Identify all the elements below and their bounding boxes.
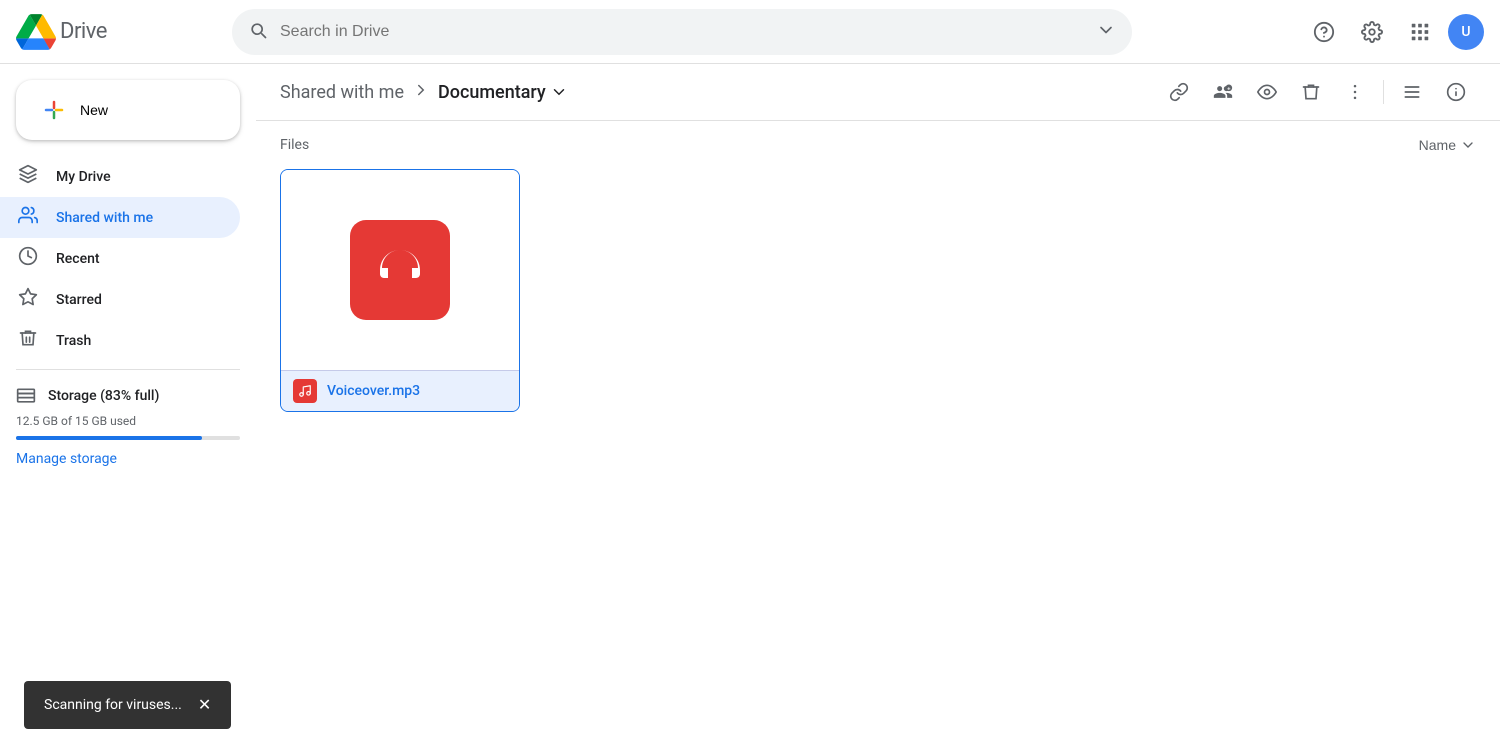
toolbar-right: + — [1159, 72, 1476, 112]
info-button[interactable] — [1436, 72, 1476, 112]
files-section-label: Files — [280, 137, 309, 153]
breadcrumb-current-label: Documentary — [438, 82, 546, 103]
files-grid: Voiceover.mp3 — [280, 169, 1476, 412]
settings-button[interactable] — [1352, 12, 1392, 52]
breadcrumb-current[interactable]: Documentary — [438, 82, 568, 103]
recent-icon — [16, 246, 40, 271]
list-view-button[interactable] — [1392, 72, 1432, 112]
storage-header: Storage (83% full) — [16, 386, 240, 406]
sort-button[interactable]: Name — [1419, 137, 1476, 153]
breadcrumb-parent[interactable]: Shared with me — [280, 82, 404, 103]
toolbar-divider — [1383, 80, 1384, 104]
storage-label: Storage (83% full) — [48, 388, 159, 404]
manage-storage-link[interactable]: Manage storage — [16, 451, 117, 467]
sidebar-item-my-drive-label: My Drive — [56, 169, 111, 185]
sidebar-divider — [16, 369, 240, 370]
preview-button[interactable] — [1247, 72, 1287, 112]
share-button[interactable]: + — [1203, 72, 1243, 112]
sidebar-item-my-drive[interactable]: My Drive — [0, 156, 240, 197]
sidebar-item-starred[interactable]: Starred — [0, 279, 240, 320]
sidebar-item-recent[interactable]: Recent — [0, 238, 240, 279]
header: Drive — [0, 0, 1500, 64]
toast-message: Scanning for viruses... — [44, 697, 182, 713]
storage-bar-fill — [16, 436, 202, 440]
toast-notification: Scanning for viruses... ✕ — [24, 681, 231, 729]
app-title: Drive — [60, 19, 107, 44]
user-avatar[interactable]: U — [1448, 14, 1484, 50]
breadcrumb-dropdown-icon — [550, 83, 568, 101]
sidebar-item-shared-with-me-label: Shared with me — [56, 210, 153, 226]
starred-icon — [16, 287, 40, 312]
storage-bar — [16, 436, 240, 440]
sidebar-item-recent-label: Recent — [56, 251, 100, 267]
breadcrumb-bar: Shared with me Documentary — [256, 64, 1500, 121]
storage-used-text: 12.5 GB of 15 GB used — [16, 414, 240, 428]
new-plus-icon — [40, 96, 68, 124]
delete-button[interactable] — [1291, 72, 1331, 112]
sort-arrow-icon — [1460, 137, 1476, 153]
apps-button[interactable] — [1400, 12, 1440, 52]
sidebar-item-starred-label: Starred — [56, 292, 102, 308]
breadcrumb-chevron-icon — [412, 81, 430, 104]
header-actions: U — [1304, 12, 1484, 52]
sidebar-item-shared-with-me[interactable]: Shared with me — [0, 197, 240, 238]
search-dropdown-arrow-icon[interactable] — [1096, 20, 1116, 44]
sort-label: Name — [1419, 137, 1456, 153]
drive-logo-icon — [16, 12, 56, 52]
file-type-icon — [293, 379, 317, 403]
svg-text:+: + — [1227, 86, 1231, 92]
file-name: Voiceover.mp3 — [327, 383, 420, 399]
storage-icon — [16, 386, 36, 406]
sidebar: New My Drive Shared with me — [0, 64, 256, 753]
get-link-button[interactable] — [1159, 72, 1199, 112]
sidebar-item-trash[interactable]: Trash — [0, 320, 240, 361]
files-area: Files Name — [256, 121, 1500, 753]
file-card-voiceover[interactable]: Voiceover.mp3 — [280, 169, 520, 412]
new-button-label: New — [80, 102, 108, 118]
file-footer: Voiceover.mp3 — [281, 370, 519, 411]
file-preview — [281, 170, 519, 370]
my-drive-icon — [16, 164, 40, 189]
sidebar-item-trash-label: Trash — [56, 333, 91, 349]
help-button[interactable] — [1304, 12, 1344, 52]
shared-with-me-icon — [16, 205, 40, 230]
files-header: Files Name — [280, 137, 1476, 153]
toast-close-button[interactable]: ✕ — [198, 695, 211, 715]
main-content: Shared with me Documentary — [256, 64, 1500, 753]
audio-file-icon — [350, 220, 450, 320]
search-icon — [248, 20, 268, 44]
main-layout: New My Drive Shared with me — [0, 64, 1500, 753]
search-bar[interactable] — [232, 9, 1132, 55]
search-input[interactable] — [280, 23, 1084, 41]
storage-section: Storage (83% full) 12.5 GB of 15 GB used… — [0, 378, 256, 475]
new-button[interactable]: New — [16, 80, 240, 140]
more-options-button[interactable] — [1335, 72, 1375, 112]
logo-area: Drive — [16, 12, 216, 52]
headphone-svg — [370, 240, 430, 300]
trash-icon — [16, 328, 40, 353]
